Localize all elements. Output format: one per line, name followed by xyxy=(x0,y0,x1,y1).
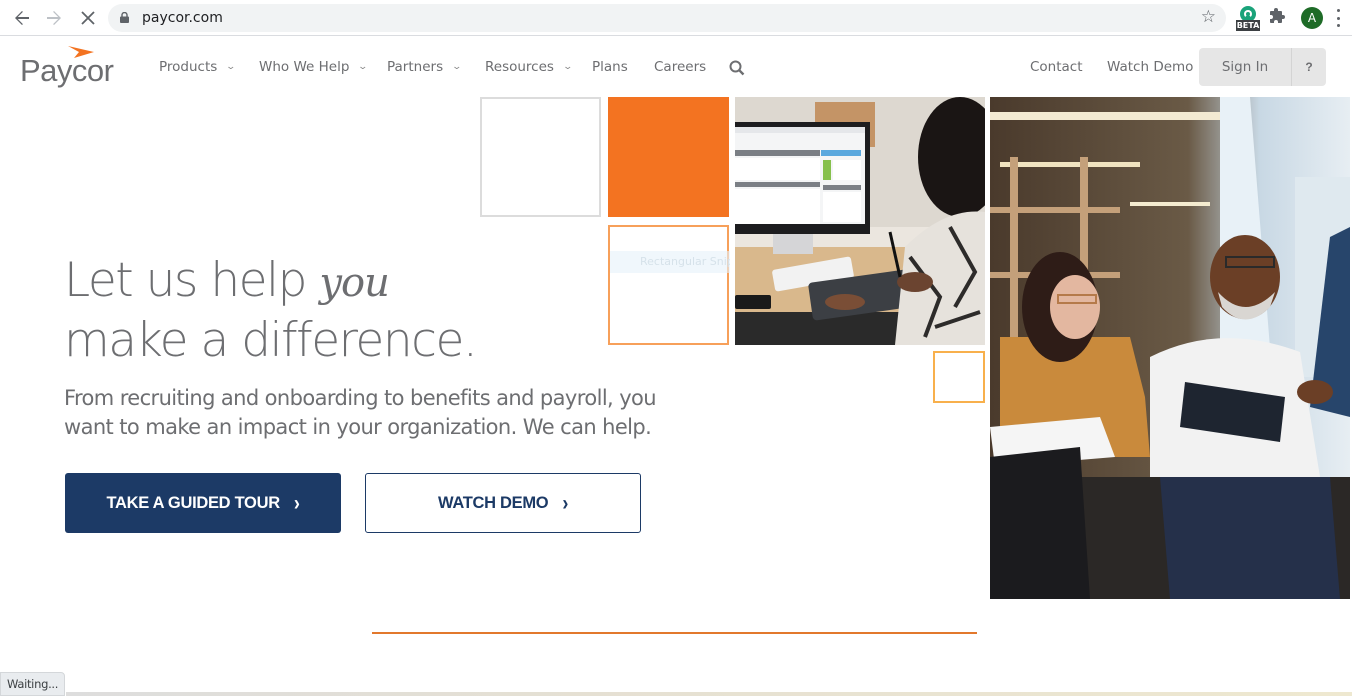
help-button[interactable]: ? xyxy=(1291,48,1326,86)
nav-partners[interactable]: Partners ⌄ xyxy=(387,59,463,75)
search-icon[interactable] xyxy=(729,60,745,76)
menu-kebab-icon[interactable] xyxy=(1337,9,1341,27)
headline-line-2: make a difference. xyxy=(64,313,478,368)
beta-badge: BETA xyxy=(1236,20,1260,31)
url-text: paycor.com xyxy=(142,10,223,26)
browser-toolbar: paycor.com ☆ BETA A xyxy=(0,0,1352,36)
nav-who-we-help[interactable]: Who We Help ⌄ xyxy=(259,59,369,75)
decorative-gray-square xyxy=(480,97,601,217)
contact-link[interactable]: Contact xyxy=(1030,59,1083,75)
watch-demo-cta-label: WATCH DEMO xyxy=(437,493,549,512)
stop-loading-icon[interactable] xyxy=(77,7,99,29)
nav-label: Who We Help xyxy=(259,59,350,75)
browser-status-bubble: Waiting... xyxy=(0,672,66,696)
lock-icon xyxy=(120,12,129,23)
hero-headline: Let us help you make a difference. xyxy=(64,252,478,369)
guided-tour-label: TAKE A GUIDED TOUR xyxy=(106,493,280,512)
extensions-puzzle-icon[interactable] xyxy=(1270,8,1286,29)
headline-line-1: Let us help xyxy=(64,253,307,308)
chevron-down-icon: ⌄ xyxy=(562,62,574,72)
chevron-right-icon: › xyxy=(562,490,569,515)
take-guided-tour-button[interactable]: TAKE A GUIDED TOUR › xyxy=(65,473,341,533)
hero-photo-desk xyxy=(735,97,985,345)
sign-in-button[interactable]: Sign In xyxy=(1199,48,1291,86)
nav-resources[interactable]: Resources ⌄ xyxy=(485,59,574,75)
decorative-small-square xyxy=(933,351,985,403)
nav-label: Products xyxy=(159,59,218,75)
snip-ghost-overlay: Rectangular Snip xyxy=(610,251,730,273)
site-header: Paycor Products ⌄ Who We Help ⌄ Partners… xyxy=(0,37,1352,97)
hero-subtitle: From recruiting and onboarding to benefi… xyxy=(64,386,657,439)
nav-products[interactable]: Products ⌄ xyxy=(159,59,237,75)
headline-script-word: you xyxy=(319,260,389,306)
back-arrow-icon[interactable] xyxy=(11,7,33,29)
watch-demo-label: Watch Demo xyxy=(1107,59,1194,75)
chevron-right-icon: › xyxy=(293,490,300,515)
nav-label: Partners xyxy=(387,59,444,75)
forward-arrow-icon[interactable] xyxy=(43,7,65,29)
nav-label: Careers xyxy=(654,59,707,75)
decorative-orange-outline-square xyxy=(608,225,729,345)
extension-beta-icon[interactable]: BETA xyxy=(1236,6,1260,32)
chevron-down-icon: ⌄ xyxy=(225,62,237,72)
bookmark-star-icon[interactable]: ☆ xyxy=(1201,7,1216,27)
logo-text: Paycor xyxy=(20,53,114,88)
profile-avatar[interactable]: A xyxy=(1301,7,1323,29)
section-divider xyxy=(372,632,977,634)
hero-photo-team xyxy=(990,97,1350,599)
nav-label: Resources xyxy=(485,59,554,75)
chevron-down-icon: ⌄ xyxy=(357,62,369,72)
address-bar[interactable]: paycor.com ☆ xyxy=(108,4,1226,32)
watch-demo-link[interactable]: Watch Demo xyxy=(1107,59,1193,75)
nav-plans[interactable]: Plans xyxy=(592,59,628,75)
watch-demo-button[interactable]: WATCH DEMO › xyxy=(365,473,641,533)
paycor-logo[interactable]: Paycor xyxy=(20,45,140,89)
contact-label: Contact xyxy=(1030,59,1083,75)
nav-label: Plans xyxy=(592,59,628,75)
next-section-peek xyxy=(66,692,1352,696)
chevron-down-icon: ⌄ xyxy=(451,62,463,72)
decorative-orange-square xyxy=(608,97,729,217)
nav-careers[interactable]: Careers xyxy=(654,59,706,75)
